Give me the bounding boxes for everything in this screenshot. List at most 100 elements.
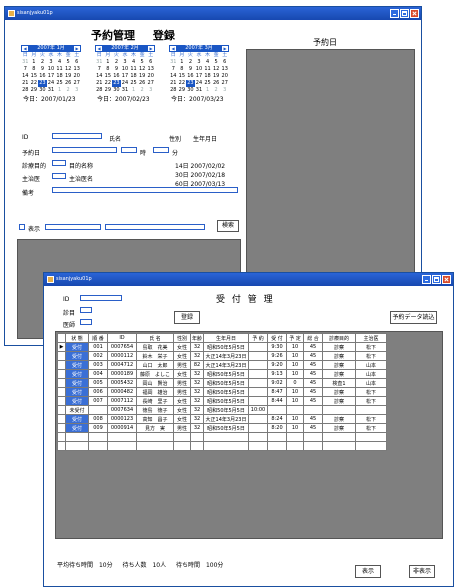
calendar-day[interactable]: 19	[64, 73, 73, 80]
date-field[interactable]	[52, 147, 117, 153]
hour-field[interactable]	[121, 147, 137, 153]
table-row[interactable]: 受付 002 0000112 鈴木 栄子 女性 32 大正14年3月23日 9:26 10 45 診…	[57, 351, 388, 361]
calendar-day[interactable]: 24	[47, 80, 56, 87]
calendar-day[interactable]: 31	[95, 59, 104, 66]
calendar-day[interactable]: 23	[186, 80, 195, 87]
column-header[interactable]: 診療目的	[322, 333, 357, 343]
calendar-day[interactable]: 28	[169, 87, 178, 94]
calendar-day[interactable]: 9	[38, 66, 47, 73]
calendar-day[interactable]: 15	[178, 73, 187, 80]
calendar-day[interactable]: 9	[112, 66, 121, 73]
calendar-day[interactable]: 22	[104, 80, 113, 87]
column-header[interactable]: 総 合	[303, 333, 324, 343]
calendar-day[interactable]: 8	[104, 66, 113, 73]
calendar-day[interactable]: 6	[146, 59, 155, 66]
calendar-day[interactable]: 30	[186, 87, 195, 94]
id-field[interactable]	[80, 295, 122, 301]
calendar-day[interactable]: 29	[30, 87, 39, 94]
next-month-arrow-icon[interactable]: ▶	[74, 46, 80, 51]
calendar-day[interactable]: 13	[220, 66, 229, 73]
column-header[interactable]: 年齢	[189, 333, 205, 343]
calendar-day[interactable]: 3	[195, 59, 204, 66]
calendar-day[interactable]: 20	[220, 73, 229, 80]
calendar-day[interactable]: 19	[138, 73, 147, 80]
calendar-day[interactable]: 10	[47, 66, 56, 73]
show-checkbox[interactable]	[19, 224, 25, 230]
calendar-day[interactable]: 5	[138, 59, 147, 66]
calendar-day[interactable]: 12	[138, 66, 147, 73]
calendar-day[interactable]: 19	[212, 73, 221, 80]
calendar-day[interactable]: 11	[55, 66, 64, 73]
calendar-day[interactable]: 18	[203, 73, 212, 80]
calendar-day[interactable]: 16	[38, 73, 47, 80]
calendar-day[interactable]: 17	[47, 73, 56, 80]
calendar-day[interactable]: 28	[21, 87, 30, 94]
calendar-day[interactable]: 23	[112, 80, 121, 87]
calendar-day[interactable]: 4	[203, 59, 212, 66]
close-button[interactable]	[442, 275, 451, 284]
prev-month-arrow-icon[interactable]: ◀	[170, 46, 176, 51]
calendar-day[interactable]: 14	[95, 73, 104, 80]
calendar-day[interactable]: 2	[212, 87, 221, 94]
calendar-day[interactable]: 18	[55, 73, 64, 80]
calendar-day[interactable]: 27	[220, 80, 229, 87]
calendar-day[interactable]: 31	[121, 87, 130, 94]
calendar-day[interactable]: 31	[47, 87, 56, 94]
calendar-day[interactable]: 3	[72, 87, 81, 94]
table-row[interactable]: 受付 008 0000123 高知 昌子 女性 32 大正14年3月23日 8:24 10 45 診…	[57, 414, 388, 424]
minimize-button[interactable]	[390, 9, 399, 18]
calendar-day[interactable]: 5	[64, 59, 73, 66]
calendar-day[interactable]: 31	[21, 59, 30, 66]
table-row[interactable]: 受付 004 0000189 藤原 よしこ 女性 32 昭和50年5月5日 9:13 10 45 診…	[57, 369, 388, 379]
table-row[interactable]: 受付 005 0005432 岡山 賢治 男性 32 昭和50年5月5日 9:02 0 45 検査1…	[57, 378, 388, 388]
doctor-field[interactable]	[80, 319, 92, 325]
hide-button[interactable]: 非表示	[409, 565, 435, 578]
calendar-day[interactable]: 28	[95, 87, 104, 94]
table-row[interactable]: 受付 003 0004712 山口 太郎 男性 82 大正14年3月23日 9:20 10 45 診…	[57, 360, 388, 370]
id-field[interactable]	[52, 133, 102, 139]
calendar-day[interactable]: 4	[129, 59, 138, 66]
column-header[interactable]: 氏 名	[136, 333, 174, 343]
table-row[interactable]: 受付 006 0000482 福岡 雄治 男性 32 昭和50年5月5日 8:47 10 45 診察…	[57, 387, 388, 397]
calendar-day[interactable]: 2	[186, 59, 195, 66]
calendar-day[interactable]: 30	[112, 87, 121, 94]
calendar-day[interactable]: 7	[169, 66, 178, 73]
calendar-day[interactable]: 14	[21, 73, 30, 80]
prev-month-arrow-icon[interactable]: ◀	[22, 46, 28, 51]
calendar-day[interactable]: 1	[129, 87, 138, 94]
show-button[interactable]: 表示	[355, 565, 381, 578]
calendar-day[interactable]: 3	[220, 87, 229, 94]
calendar-day[interactable]: 6	[72, 59, 81, 66]
calendar-day[interactable]: 1	[203, 87, 212, 94]
calendar-day[interactable]: 18	[129, 73, 138, 80]
calendar-day[interactable]: 30	[38, 87, 47, 94]
column-header[interactable]: 主治医	[355, 333, 388, 343]
calendar-day[interactable]: 15	[104, 73, 113, 80]
calendar-day[interactable]: 12	[212, 66, 221, 73]
doctor-code-field[interactable]	[52, 173, 66, 179]
table-row[interactable]: ▶ 受付 001 0007654 島取 花美 女性 32 昭和50年5月5日 9:30 10 45 診…	[57, 342, 388, 352]
calendar-day[interactable]: 11	[203, 66, 212, 73]
calendar-day[interactable]: 7	[21, 66, 30, 73]
calendar-day[interactable]: 17	[121, 73, 130, 80]
calendar-day[interactable]: 1	[104, 59, 113, 66]
maximize-button[interactable]	[432, 275, 441, 284]
column-header[interactable]: 受 付	[267, 333, 288, 343]
minute-field[interactable]	[153, 147, 169, 153]
load-reservations-button[interactable]: 予約データ読込	[390, 311, 437, 324]
purpose-code-field[interactable]	[52, 160, 66, 166]
next-month-arrow-icon[interactable]: ▶	[222, 46, 228, 51]
calendar-day[interactable]: 12	[64, 66, 73, 73]
calendar-day[interactable]: 26	[212, 80, 221, 87]
next-month-arrow-icon[interactable]: ▶	[148, 46, 154, 51]
note-field[interactable]	[52, 187, 238, 193]
minimize-button[interactable]	[422, 275, 431, 284]
calendar-day[interactable]: 8	[178, 66, 187, 73]
calendar-day[interactable]: 16	[186, 73, 195, 80]
table-row[interactable]: 受付 009 0000914 見方 実男性 32 昭和50年5月5日 8:20 10 45 診察松…	[57, 423, 388, 433]
calendar-day[interactable]: 2	[64, 87, 73, 94]
calendar-day[interactable]: 31	[195, 87, 204, 94]
calendar-day[interactable]: 13	[146, 66, 155, 73]
calendar-day[interactable]: 31	[169, 59, 178, 66]
table-row[interactable]: 未受付 0007634 徳島 徳子 女性 32 昭和50年5月5日 10:00	[57, 405, 388, 415]
